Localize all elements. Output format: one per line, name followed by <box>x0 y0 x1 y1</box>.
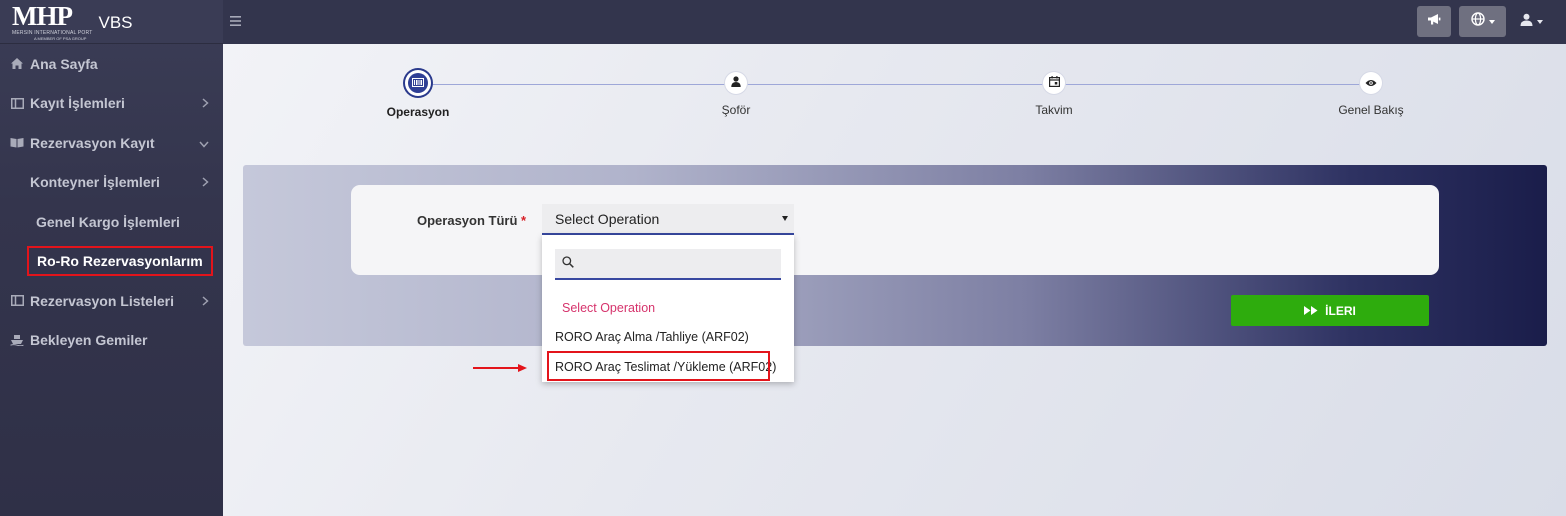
sidebar-item-bekleyen-gemiler[interactable]: Bekleyen Gemiler <box>0 321 223 361</box>
chevron-down-icon <box>199 135 209 151</box>
calendar-icon <box>1048 74 1060 92</box>
dropdown-search-input[interactable] <box>555 249 781 280</box>
sidebar-item-label: Konteyner İşlemleri <box>30 174 160 191</box>
user-icon <box>731 74 741 92</box>
user-icon <box>1520 13 1533 31</box>
sidebar-item-label: Kayıt İşlemleri <box>30 95 125 112</box>
step-indicator <box>1360 72 1382 94</box>
stepper-line <box>418 84 1371 85</box>
sidebar-item-roro-rezervasyonlarim[interactable]: Ro-Ro Rezervasyonlarım <box>0 242 223 282</box>
logo-subtitle-2: A MEMBER OF PSA GROUP <box>34 35 87 41</box>
sidebar-item-genel-kargo-islemleri[interactable]: Genel Kargo İşlemleri <box>0 202 223 242</box>
app-name: VBS <box>98 12 133 32</box>
sidebar-item-label: Genel Kargo İşlemleri <box>36 213 180 230</box>
operation-type-select[interactable]: Select Operation <box>542 204 794 235</box>
caret-down-icon <box>1488 19 1495 24</box>
dropdown-option-roro-alma[interactable]: RORO Araç Alma /Tahliye (ARF02) <box>555 330 749 344</box>
step-takvim[interactable]: Takvim <box>994 72 1114 117</box>
home-icon <box>10 57 24 71</box>
chevron-right-icon <box>202 95 209 111</box>
sidebar-item-label: Rezervasyon Kayıt <box>30 134 155 151</box>
step-genel-bakis[interactable]: Genel Bakış <box>1311 72 1431 117</box>
megaphone-icon <box>1427 13 1441 31</box>
hamburger-menu-icon[interactable] <box>230 13 241 31</box>
logo-subtitle: MERSIN INTERNATIONAL PORT <box>12 29 93 36</box>
main-content: Operasyon Şoför Takvim Genel Bakış Opera… <box>223 44 1566 516</box>
company-logo[interactable]: MHP MERSIN INTERNATIONAL PORT A MEMBER O… <box>12 0 93 41</box>
sidebar-item-label: Rezervasyon Listeleri <box>30 292 174 309</box>
option-highlight-box <box>547 351 770 381</box>
required-mark: * <box>521 213 527 228</box>
brand: MHP MERSIN INTERNATIONAL PORT A MEMBER O… <box>0 0 223 44</box>
sidebar-item-konteyner-islemleri[interactable]: Konteyner İşlemleri <box>0 163 223 203</box>
book-icon <box>10 136 24 150</box>
sidebar-nav: Ana Sayfa Kayıt İşlemleri Rezervasyon Ka… <box>0 44 223 360</box>
sidebar-item-rezervasyon-listeleri[interactable]: Rezervasyon Listeleri <box>0 281 223 321</box>
next-button-label: İLERI <box>1325 303 1356 318</box>
next-button[interactable]: İLERI <box>1231 295 1429 326</box>
fast-forward-icon <box>1304 304 1318 318</box>
sidebar-item-label: Ro-Ro Rezervasyonlarım <box>27 246 213 277</box>
step-indicator <box>1043 72 1065 94</box>
search-icon <box>562 255 574 273</box>
chevron-right-icon <box>202 174 209 190</box>
operation-type-label: Operasyon Türü * <box>417 213 526 228</box>
step-operasyon[interactable]: Operasyon <box>358 70 478 119</box>
sidebar-item-label: Ana Sayfa <box>30 55 98 72</box>
wizard-stepper: Operasyon Şoför Takvim Genel Bakış <box>223 44 1566 144</box>
field-label-text: Operasyon Türü <box>417 213 518 228</box>
language-button[interactable] <box>1459 6 1506 37</box>
step-indicator <box>405 70 431 96</box>
dropdown-option-placeholder[interactable]: Select Operation <box>562 301 655 315</box>
barcode-icon <box>412 74 424 92</box>
globe-icon <box>1470 12 1485 31</box>
step-label: Genel Bakış <box>1338 103 1404 117</box>
topbar <box>223 0 1566 44</box>
step-indicator <box>725 72 747 94</box>
step-label: Şoför <box>721 103 751 117</box>
caret-down-icon <box>1536 19 1543 24</box>
step-label: Takvim <box>1035 103 1073 117</box>
eye-icon <box>1365 74 1377 92</box>
operation-card: Operasyon Türü * Select Operation <box>351 185 1439 275</box>
ship-icon <box>10 333 24 347</box>
user-menu-button[interactable] <box>1514 6 1548 37</box>
sidebar: MHP MERSIN INTERNATIONAL PORT A MEMBER O… <box>0 0 223 516</box>
form-panel: Operasyon Türü * Select Operation İLERI <box>243 165 1547 346</box>
announcements-button[interactable] <box>1417 6 1451 37</box>
step-label: Operasyon <box>386 105 450 119</box>
sidebar-item-kayit-islemleri[interactable]: Kayıt İşlemleri <box>0 84 223 124</box>
sidebar-item-label: Bekleyen Gemiler <box>30 332 148 349</box>
panel-icon <box>10 96 24 110</box>
caret-down-icon <box>782 216 788 221</box>
logo-mark: MHP <box>12 0 73 31</box>
sidebar-item-rezervasyon-kayit[interactable]: Rezervasyon Kayıt <box>0 123 223 163</box>
topbar-actions <box>1417 6 1548 37</box>
select-value: Select Operation <box>555 210 660 227</box>
annotation-arrow-icon <box>473 364 527 372</box>
chevron-right-icon <box>202 293 209 309</box>
step-sofor[interactable]: Şoför <box>676 72 796 117</box>
panel-icon <box>10 294 24 308</box>
sidebar-item-ana-sayfa[interactable]: Ana Sayfa <box>0 44 223 84</box>
